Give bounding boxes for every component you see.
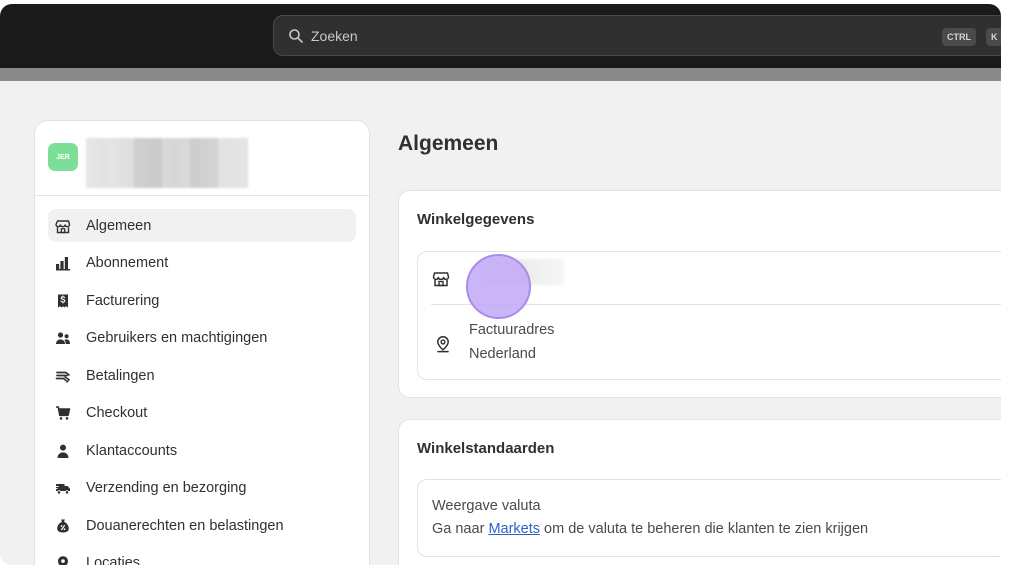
store-name-redacted [86, 138, 248, 188]
cart-icon [54, 404, 72, 422]
search-bar[interactable]: Zoeken CTRL K [273, 15, 1001, 56]
sidebar-item-betalingen[interactable]: Betalingen [48, 359, 356, 392]
sidebar-item-label: Locaties [86, 555, 141, 565]
currency-help-after: om de valuta te beheren die klanten te z… [544, 521, 869, 537]
sidebar-item-label: Algemeen [86, 217, 152, 234]
click-indicator [466, 254, 531, 319]
person-icon [54, 442, 72, 460]
sidebar-item-gebruikers-en-machtigingen[interactable]: Gebruikers en machtigingen [48, 322, 356, 355]
sidebar-item-verzending-en-bezorging[interactable]: Verzending en bezorging [48, 472, 356, 505]
sidebar-item-douanerechten-en-belastingen[interactable]: Douanerechten en belastingen [48, 509, 356, 542]
sidebar-item-label: Betalingen [86, 367, 155, 384]
plan-icon [54, 254, 72, 272]
store-switcher[interactable]: JER [35, 121, 369, 196]
sidebar-item-algemeen[interactable]: Algemeen [48, 209, 356, 242]
settings-nav: Algemeen Abonnement Facturering Gebruikers … [35, 196, 369, 565]
currency-help-text: Ga naar Markets om de valuta te beheren … [432, 521, 868, 537]
store-icon [54, 217, 72, 235]
shortcut-ctrl: CTRL [942, 28, 976, 46]
location-icon [54, 554, 72, 565]
billing-address-label: Factuuradres [469, 322, 555, 338]
billing-address-country: Nederland [469, 346, 536, 362]
store-avatar: JER [48, 143, 78, 171]
store-defaults-title: Winkelstandaarden [417, 440, 555, 457]
receipt-icon [54, 292, 72, 310]
sidebar-item-label: Gebruikers en machtigingen [86, 330, 268, 346]
page-title: Algemeen [398, 132, 499, 155]
currency-display-box[interactable]: Weergave valuta Ga naar Markets om de va… [417, 479, 1001, 557]
currency-label: Weergave valuta [432, 498, 541, 514]
sidebar-item-label: Verzending en bezorging [86, 480, 247, 496]
sidebar-item-label: Douanerechten en belastingen [86, 517, 284, 534]
markets-link[interactable]: Markets [488, 521, 540, 537]
settings-sidebar: JER Algemeen Abonnement Facturering Gebruik… [34, 120, 370, 565]
sidebar-item-label: Klantaccounts [86, 442, 178, 459]
settings-content: JER Algemeen Abonnement Facturering Gebruik… [0, 81, 1001, 565]
tax-icon [54, 517, 72, 535]
sidebar-item-label: Facturering [86, 292, 160, 309]
search-placeholder: Zoeken [311, 27, 358, 44]
app-window: Zoeken CTRL K JER Algemeen Abonnement Fact… [0, 4, 1001, 565]
currency-help-before: Ga naar [432, 521, 485, 537]
store-defaults-card: Winkelstandaarden Weergave valuta Ga naa… [398, 419, 1001, 565]
sidebar-item-checkout[interactable]: Checkout [48, 397, 356, 430]
top-bar: Zoeken CTRL K [0, 4, 1001, 68]
shortcut-k: K [986, 28, 1001, 46]
payments-icon [54, 367, 72, 385]
sidebar-item-klantaccounts[interactable]: Klantaccounts [48, 434, 356, 467]
sidebar-item-facturering[interactable]: Facturering [48, 284, 356, 317]
sidebar-item-abonnement[interactable]: Abonnement [48, 247, 356, 280]
store-icon [432, 270, 450, 288]
store-details-title: Winkelgegevens [417, 211, 535, 228]
search-icon [288, 28, 304, 44]
users-icon [54, 329, 72, 347]
sidebar-item-label: Checkout [86, 405, 148, 421]
location-icon [434, 335, 452, 353]
header-divider [0, 68, 1001, 81]
sidebar-item-label: Abonnement [86, 255, 169, 271]
sidebar-item-locaties[interactable]: Locaties [48, 547, 356, 565]
truck-icon [54, 479, 72, 497]
